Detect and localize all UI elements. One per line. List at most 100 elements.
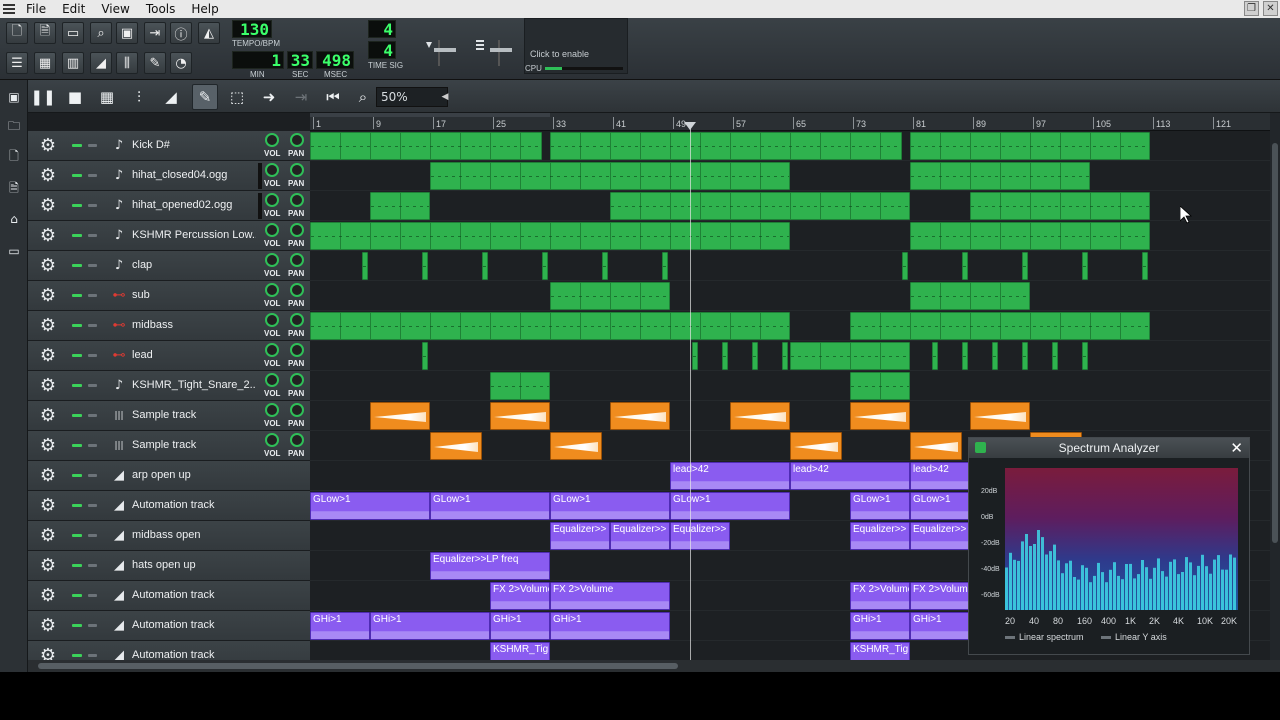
solo-toggle[interactable] bbox=[88, 264, 97, 267]
pattern-clip[interactable] bbox=[910, 162, 1090, 190]
automation-clip[interactable]: FX 2>Volume bbox=[550, 582, 670, 610]
automation-clip[interactable]: GLow>1 bbox=[910, 492, 970, 520]
pattern-clip[interactable] bbox=[910, 282, 1030, 310]
track-lane[interactable] bbox=[310, 131, 1270, 161]
track-settings-icon[interactable]: ⚙ bbox=[38, 406, 58, 426]
pan-knob[interactable] bbox=[290, 343, 304, 357]
pattern-clip[interactable] bbox=[422, 342, 428, 370]
spectrum-titlebar[interactable]: Spectrum Analyzer ✕ bbox=[969, 438, 1249, 458]
track-header[interactable]: ⚙ ||| Sample track VOL PAN bbox=[28, 431, 310, 461]
track-header[interactable]: ⚙ ⊷ midbass VOL PAN bbox=[28, 311, 310, 341]
solo-toggle[interactable] bbox=[88, 174, 97, 177]
track-header[interactable]: ⚙ ♪ hihat_opened02.ogg VOL PAN bbox=[28, 191, 310, 221]
add-automation-track-icon[interactable]: ◢ bbox=[158, 84, 184, 110]
mute-toggle[interactable] bbox=[72, 324, 82, 327]
automation-clip[interactable]: GHi>1 bbox=[370, 612, 490, 640]
volume-knob[interactable] bbox=[265, 433, 279, 447]
mute-toggle[interactable] bbox=[72, 354, 82, 357]
volume-knob[interactable] bbox=[265, 343, 279, 357]
track-lane[interactable] bbox=[310, 341, 1270, 371]
pan-knob[interactable] bbox=[290, 283, 304, 297]
automation-clip[interactable]: lead>42 bbox=[790, 462, 910, 490]
track-header[interactable]: ⚙ ♪ KSHMR Percussion Low... VOL PAN bbox=[28, 221, 310, 251]
pattern-clip[interactable] bbox=[752, 342, 758, 370]
automation-clip[interactable]: Equalizer>> bbox=[670, 522, 730, 550]
mute-toggle[interactable] bbox=[72, 174, 82, 177]
sample-clip[interactable] bbox=[910, 432, 962, 460]
stop-icon[interactable]: ■ bbox=[62, 84, 88, 110]
master-volume-slider[interactable] bbox=[424, 38, 464, 66]
pattern-clip[interactable] bbox=[932, 342, 938, 370]
track-lane[interactable] bbox=[310, 191, 1270, 221]
track-settings-icon[interactable]: ⚙ bbox=[38, 286, 58, 306]
automation-clip[interactable]: Equalizer>> bbox=[610, 522, 670, 550]
track-settings-icon[interactable]: ⚙ bbox=[38, 256, 58, 276]
pattern-clip[interactable] bbox=[542, 252, 548, 280]
volume-knob[interactable] bbox=[265, 403, 279, 417]
automation-clip[interactable]: GLow>1 bbox=[850, 492, 910, 520]
track-settings-icon[interactable]: ⚙ bbox=[38, 316, 58, 336]
track-name[interactable]: KSHMR Percussion Low... bbox=[132, 229, 256, 241]
loop-points-icon[interactable]: ⇥ bbox=[288, 84, 314, 110]
pattern-clip[interactable] bbox=[370, 192, 430, 220]
draw-mode-icon[interactable]: ✎ bbox=[192, 84, 218, 110]
automation-clip[interactable]: GHi>1 bbox=[850, 612, 910, 640]
volume-knob[interactable] bbox=[265, 133, 279, 147]
pattern-clip[interactable] bbox=[962, 252, 968, 280]
automation-clip[interactable]: Equalizer>> bbox=[550, 522, 610, 550]
pattern-clip[interactable] bbox=[362, 252, 368, 280]
sample-clip[interactable] bbox=[970, 402, 1030, 430]
pattern-clip[interactable] bbox=[662, 252, 668, 280]
pan-knob[interactable] bbox=[290, 433, 304, 447]
sample-clip[interactable] bbox=[430, 432, 482, 460]
mute-toggle[interactable] bbox=[72, 534, 82, 537]
track-header[interactable]: ⚙ ♪ KSHMR_Tight_Snare_2... VOL PAN bbox=[28, 371, 310, 401]
track-settings-icon[interactable]: ⚙ bbox=[38, 436, 58, 456]
solo-toggle[interactable] bbox=[88, 144, 97, 147]
track-settings-icon[interactable]: ⚙ bbox=[38, 616, 58, 636]
pattern-clip[interactable] bbox=[482, 252, 488, 280]
select-mode-icon[interactable]: ⬚ bbox=[224, 84, 250, 110]
track-lane[interactable] bbox=[310, 311, 1270, 341]
automation-clip[interactable]: GLow>1 bbox=[310, 492, 430, 520]
pattern-clip[interactable] bbox=[910, 132, 1150, 160]
controller-rack-icon[interactable]: ◔ bbox=[170, 52, 192, 74]
track-settings-icon[interactable]: ⚙ bbox=[38, 136, 58, 156]
track-name[interactable]: hihat_closed04.ogg bbox=[132, 169, 256, 181]
mute-toggle[interactable] bbox=[72, 144, 82, 147]
pan-knob[interactable] bbox=[290, 373, 304, 387]
track-lane[interactable] bbox=[310, 281, 1270, 311]
add-sample-track-icon[interactable]: ⫶ bbox=[126, 84, 152, 110]
sample-clip[interactable] bbox=[550, 432, 602, 460]
track-settings-icon[interactable]: ⚙ bbox=[38, 526, 58, 546]
volume-knob[interactable] bbox=[265, 313, 279, 327]
sample-clip[interactable] bbox=[850, 402, 910, 430]
beat-editor-icon[interactable]: ▦ bbox=[34, 52, 56, 74]
pattern-clip[interactable] bbox=[1052, 342, 1058, 370]
track-header[interactable]: ⚙ ◢ Automation track bbox=[28, 581, 310, 611]
automation-clip[interactable]: FX 2>Volume bbox=[850, 582, 910, 610]
song-editor-icon[interactable]: ☰ bbox=[6, 52, 28, 74]
mute-toggle[interactable] bbox=[72, 624, 82, 627]
track-lane[interactable] bbox=[310, 401, 1270, 431]
cpu-graph[interactable]: Click to enable CPU bbox=[524, 18, 628, 74]
pattern-clip[interactable] bbox=[310, 312, 790, 340]
menu-tools[interactable]: Tools bbox=[138, 0, 184, 18]
track-name[interactable]: lead bbox=[132, 349, 256, 361]
track-name[interactable]: sub bbox=[132, 289, 256, 301]
track-name[interactable]: Automation track bbox=[132, 619, 256, 631]
track-lane[interactable] bbox=[310, 371, 1270, 401]
save-project-icon[interactable]: ▣ bbox=[116, 22, 138, 44]
track-name[interactable]: clap bbox=[132, 259, 256, 271]
master-pitch-slider[interactable] bbox=[476, 38, 516, 66]
project-notes-icon[interactable]: ✎ bbox=[144, 52, 166, 74]
pattern-clip[interactable] bbox=[1082, 342, 1088, 370]
new-project-icon[interactable]: 🗋 bbox=[6, 22, 28, 44]
track-lane[interactable] bbox=[310, 161, 1270, 191]
volume-knob[interactable] bbox=[265, 373, 279, 387]
automation-clip[interactable]: GLow>1 bbox=[670, 492, 790, 520]
sample-clip[interactable] bbox=[790, 432, 842, 460]
volume-knob[interactable] bbox=[265, 163, 279, 177]
export-project-icon[interactable]: ⇥ bbox=[144, 22, 166, 44]
timeline-ruler[interactable]: 1 9 17 25 33 41 49 57 65 73 81 89 97 105 113 121 bbox=[310, 113, 1270, 131]
